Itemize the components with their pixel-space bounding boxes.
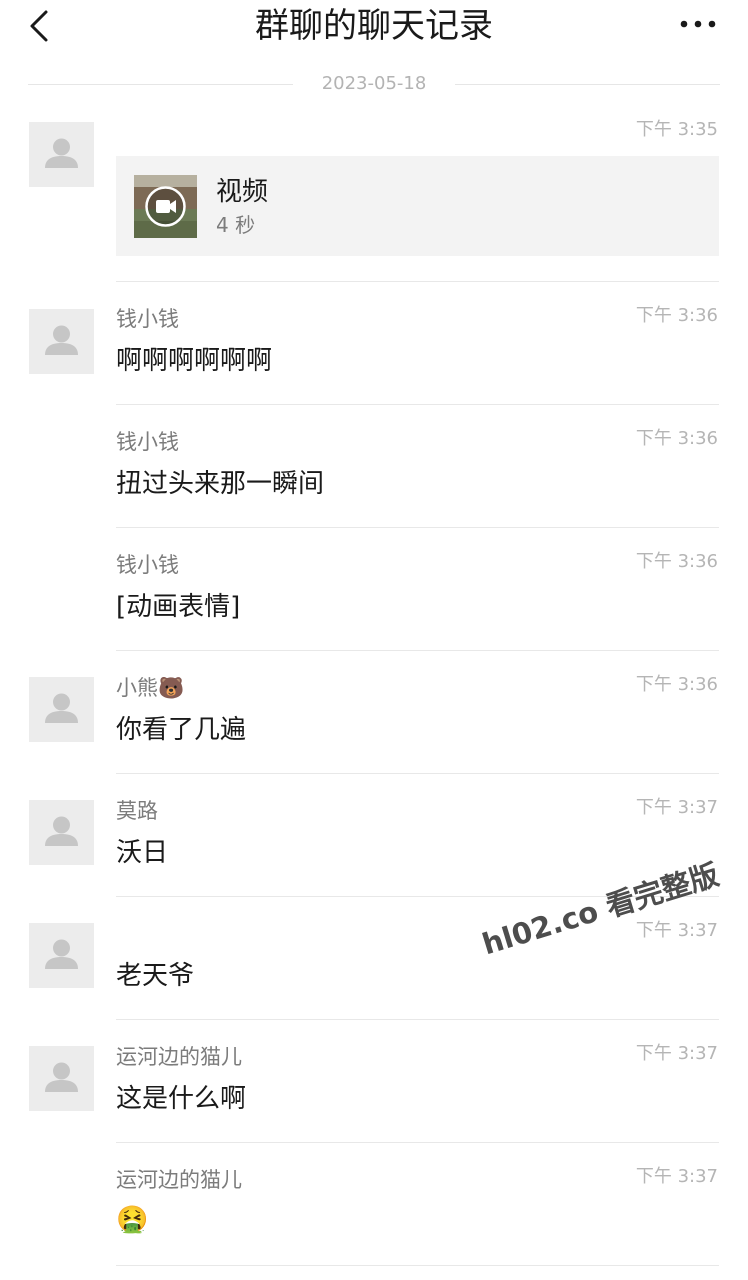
sender-name: 钱小钱 [116, 307, 179, 331]
message-text: 这是什么啊 [116, 1084, 247, 1114]
avatar[interactable] [29, 1046, 94, 1111]
message-divider [116, 773, 719, 774]
message-divider [116, 1142, 719, 1143]
avatar[interactable] [29, 309, 94, 374]
avatar[interactable] [29, 122, 94, 187]
video-thumbnail [134, 175, 197, 238]
default-avatar-icon [45, 939, 78, 969]
sender-name: 小熊🐻 [116, 676, 185, 700]
message-time: 下午 3:35 [635, 119, 718, 140]
date-separator: 2023-05-18 [28, 72, 720, 96]
message-divider [116, 1265, 719, 1266]
message-divider [116, 281, 719, 282]
message-text: 老天爷 [116, 961, 195, 991]
watermark: hl02.co 看完整版 [478, 857, 723, 962]
more-button[interactable] [678, 12, 718, 36]
message-time: 下午 3:37 [635, 1043, 718, 1064]
default-avatar-icon [45, 693, 78, 723]
video-card[interactable]: 视频 4 秒 [116, 156, 719, 256]
message-text: [动画表情] [116, 592, 241, 622]
sender-name: 钱小钱 [116, 553, 179, 577]
default-avatar-icon [45, 1062, 78, 1092]
message-text: 啊啊啊啊啊啊 [116, 346, 273, 376]
default-avatar-icon [45, 816, 78, 846]
separator-line-right [455, 84, 720, 85]
message-text: 扭过头来那一瞬间 [116, 469, 325, 499]
page-title: 群聊的聊天记录 [255, 6, 493, 46]
default-avatar-icon [45, 325, 78, 355]
message-text: 沃日 [116, 838, 169, 868]
sender-name: 运河边的猫儿 [116, 1168, 242, 1192]
message-divider [116, 650, 719, 651]
nav-bar: 群聊的聊天记录 [0, 0, 748, 54]
message-time: 下午 3:36 [635, 551, 718, 572]
sender-name: 运河边的猫儿 [116, 1045, 242, 1069]
message-divider [116, 527, 719, 528]
message-time: 下午 3:37 [635, 797, 718, 818]
message-time: 下午 3:36 [635, 305, 718, 326]
message-emoji: 🤮 [116, 1205, 149, 1235]
default-avatar-icon [45, 138, 78, 168]
message-time: 下午 3:37 [635, 920, 718, 941]
more-dots-icon [680, 20, 716, 28]
message-time: 下午 3:37 [635, 1166, 718, 1187]
avatar[interactable] [29, 800, 94, 865]
video-duration: 4 秒 [216, 213, 256, 237]
message-divider [116, 1019, 719, 1020]
sender-name: 钱小钱 [116, 430, 179, 454]
avatar[interactable] [29, 677, 94, 742]
message-divider [116, 404, 719, 405]
message-time: 下午 3:36 [635, 674, 718, 695]
video-title: 视频 [216, 177, 269, 207]
avatar[interactable] [29, 923, 94, 988]
sender-name: 莫路 [116, 799, 158, 823]
message-text: 你看了几遍 [116, 715, 247, 745]
message-time: 下午 3:36 [635, 428, 718, 449]
